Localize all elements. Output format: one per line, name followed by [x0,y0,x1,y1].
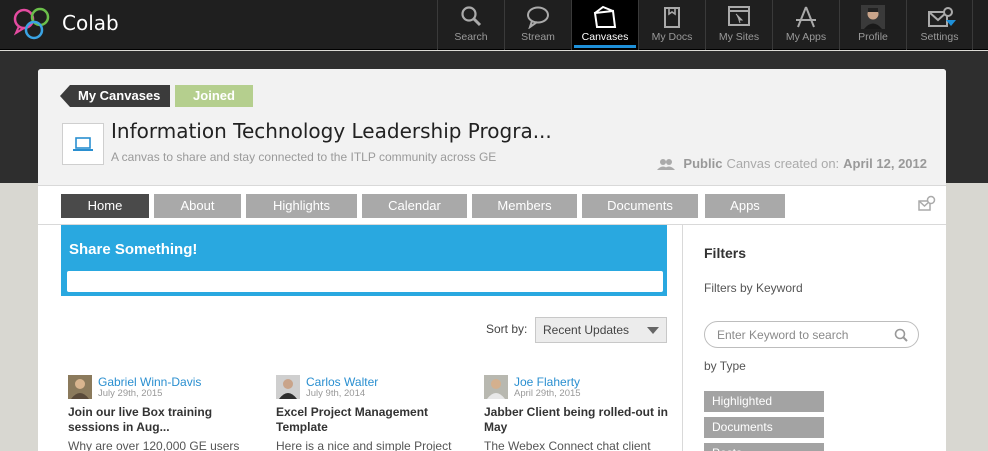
filter-type-posts[interactable]: Posts [704,443,824,451]
post-title[interactable]: Jabber Client being rolled-out in May [484,405,680,435]
nav-my-sites-label: My Sites [718,31,760,43]
share-input[interactable] [67,271,663,292]
filters-type-label: by Type [704,359,746,373]
canvas-panel: My Canvases Joined Information Technolog… [38,69,946,451]
canvas-header: My Canvases Joined Information Technolog… [38,69,946,185]
breadcrumb-my-canvases[interactable]: My Canvases [59,85,171,107]
post-author[interactable]: Gabriel Winn-Davis [98,375,201,389]
keyword-search-input[interactable] [704,321,919,348]
post-excerpt: The Webex Connect chat client [484,439,651,451]
nav-stream-label: Stream [521,31,555,43]
post-author[interactable]: Carlos Walter [306,375,378,389]
tab-documents[interactable]: Documents [582,194,698,218]
top-navigation-bar: Colab Search Stream Canvases My Docs My … [0,0,988,50]
chat-bubble-icon [527,6,549,29]
nav-settings-label: Settings [920,31,959,43]
filters-title: Filters [704,245,747,261]
nav-stream[interactable]: Stream [504,0,571,50]
nav-my-docs[interactable]: My Docs [638,0,705,50]
site-icon [728,6,750,26]
tab-members[interactable]: Members [472,194,577,218]
nav-my-apps-label: My Apps [785,31,827,43]
post-title[interactable]: Excel Project Management Template [276,405,472,435]
nav-my-docs-label: My Docs [651,31,693,43]
post-title[interactable]: Join our live Box training sessions in A… [68,405,264,435]
colab-logo-icon[interactable] [10,6,56,42]
tab-home[interactable]: Home [61,194,149,218]
nav-settings[interactable]: Settings [906,0,973,50]
nav-search[interactable]: Search [437,0,504,50]
profile-avatar [861,5,885,29]
tab-calendar[interactable]: Calendar [362,194,467,218]
canvases-icon [593,5,617,28]
post-excerpt: Why are over 120,000 GE users [68,439,240,451]
visibility-label: Public [683,156,723,171]
post-date: July 29th, 2015 [98,388,163,399]
canvas-meta: Public Canvas created on: April 12, 2012 [657,156,931,171]
main-nav: Search Stream Canvases My Docs My Sites … [437,0,973,50]
sort-label: Sort by: [486,322,528,336]
sort-select[interactable]: Recent Updates [535,317,667,343]
canvas-description: A canvas to share and stay connected to … [111,150,497,164]
author-avatar[interactable] [484,375,508,399]
people-icon [657,158,676,170]
sort-selected-value: Recent Updates [543,323,630,337]
nav-my-sites[interactable]: My Sites [705,0,772,50]
search-icon [461,6,482,27]
nav-profile[interactable]: Profile [839,0,906,50]
filters-keyword-label: Filters by Keyword [704,281,803,295]
nav-canvases-label: Canvases [581,31,629,43]
nav-canvases[interactable]: Canvases [571,0,638,50]
nav-search-label: Search [454,31,488,43]
author-avatar[interactable] [68,375,92,399]
post-date: July 9th, 2014 [306,388,366,399]
laptop-icon [73,137,93,151]
document-icon [664,7,680,28]
canvas-tabs: Home About Highlights Calendar Members D… [38,185,946,225]
joined-badge[interactable]: Joined [175,85,253,107]
post-author[interactable]: Joe Flaherty [514,375,580,389]
share-title: Share Something! [69,241,198,258]
apps-icon [796,6,816,28]
share-box: Share Something! [61,225,667,296]
created-date: April 12, 2012 [843,156,927,171]
activity-stream: Share Something! Sort by: Recent Updates… [38,225,682,451]
tab-about[interactable]: About [154,194,241,218]
tab-apps[interactable]: Apps [705,194,785,218]
post-date: April 29th, 2015 [514,388,581,399]
nav-profile-label: Profile [858,31,888,43]
filter-type-highlighted[interactable]: Highlighted [704,391,824,412]
account-dropdown-caret-icon[interactable] [946,20,956,26]
filters-sidebar: Filters Filters by Keyword by Type Highl… [682,225,946,451]
post-excerpt: Here is a nice and simple Project [276,439,452,451]
nav-my-apps[interactable]: My Apps [772,0,839,50]
author-avatar[interactable] [276,375,300,399]
filter-type-documents[interactable]: Documents [704,417,824,438]
app-name: Colab [62,11,119,35]
canvas-settings-icon[interactable] [918,195,936,213]
canvas-thumbnail [62,123,104,165]
chevron-down-icon [647,327,659,334]
page-title: Information Technology Leadership Progra… [111,119,552,143]
search-icon[interactable] [894,328,908,342]
created-label: Canvas created on: [726,156,840,171]
tab-highlights[interactable]: Highlights [246,194,357,218]
